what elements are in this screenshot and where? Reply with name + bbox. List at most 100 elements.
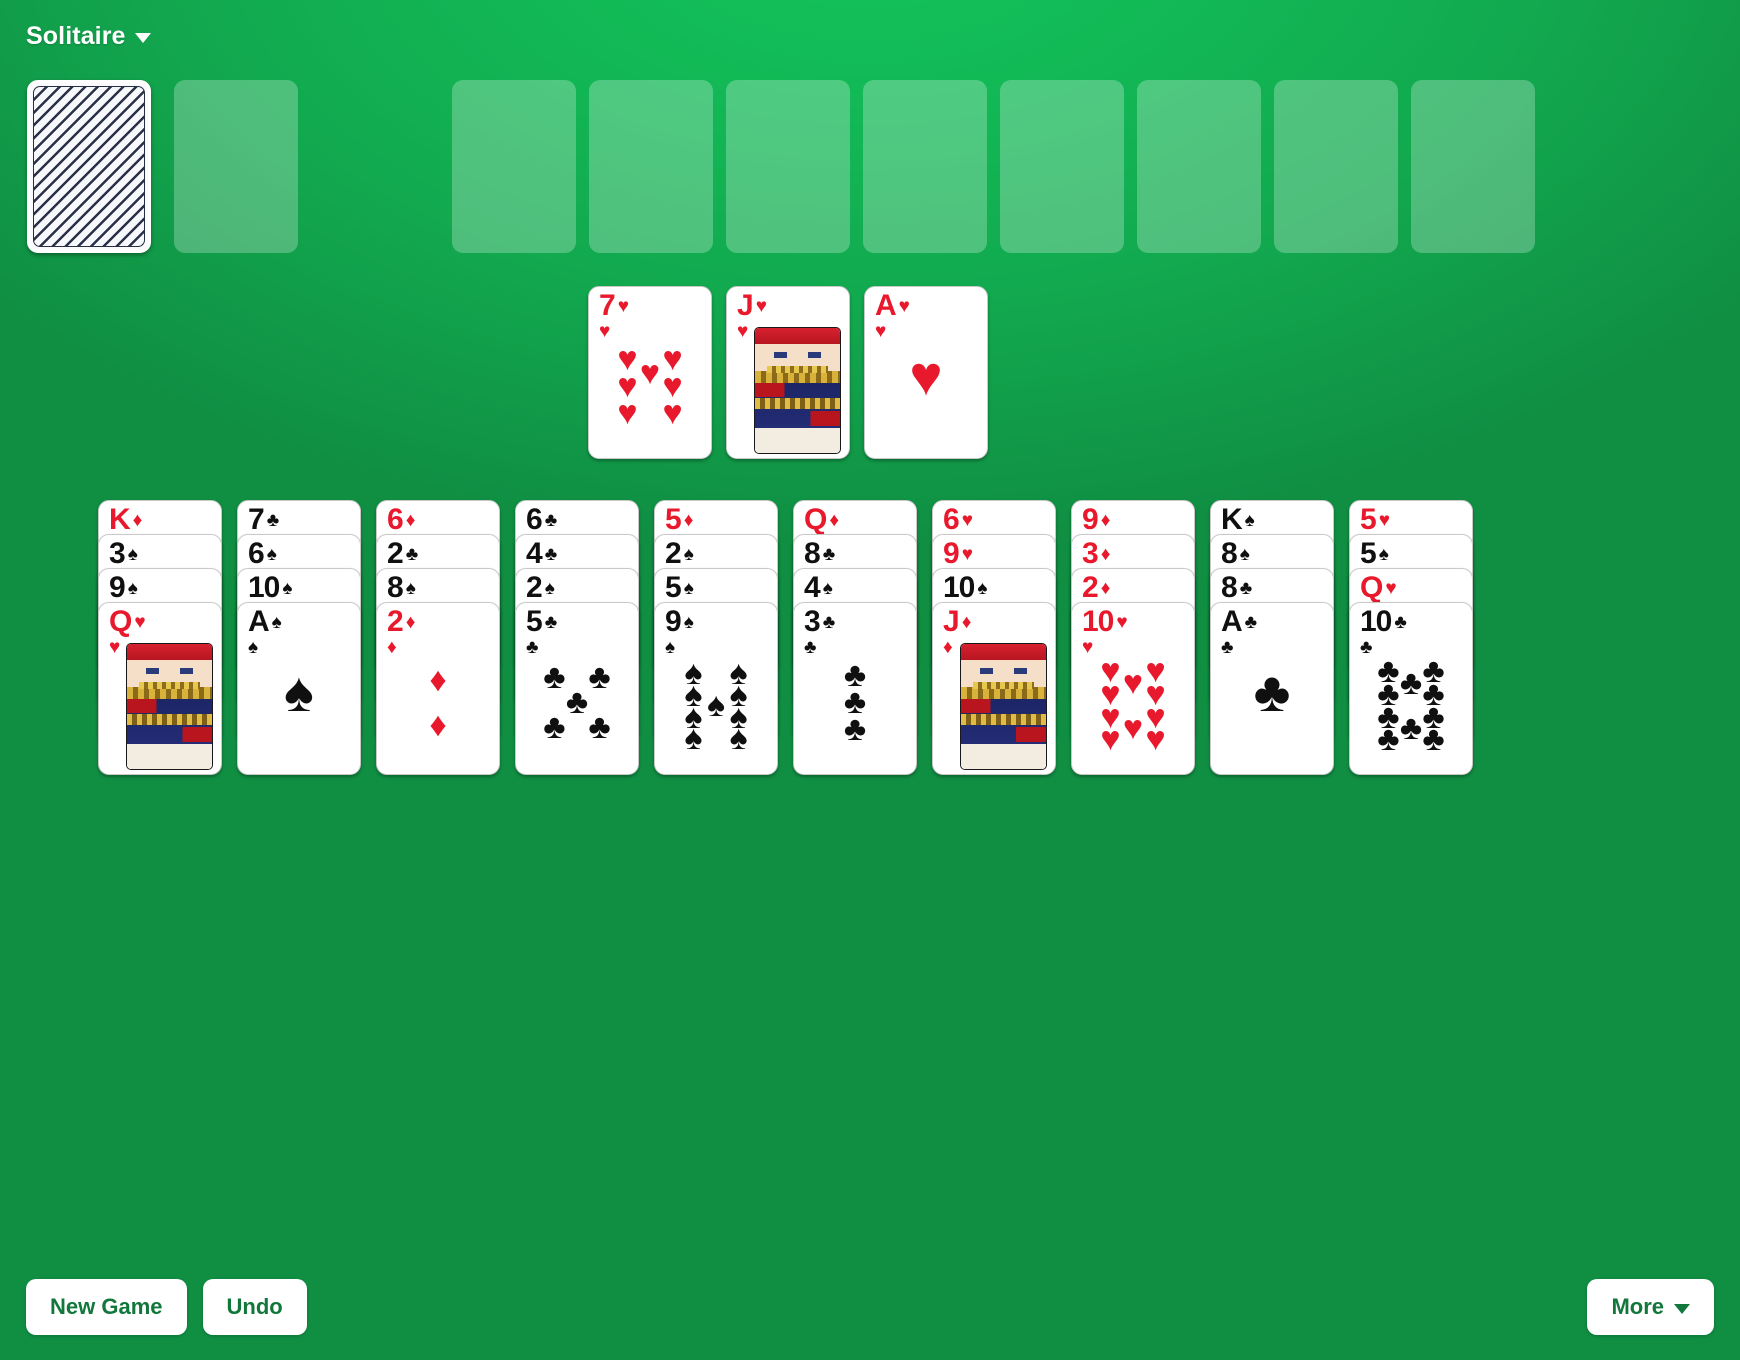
card-corner-index: 2♦ ♦	[387, 607, 416, 657]
hearts-icon: ♥	[961, 543, 973, 565]
spades-icon: ♠	[248, 636, 259, 658]
spades-icon: ♠	[127, 543, 138, 565]
spades-icon: ♠	[977, 577, 988, 599]
hearts-icon: ♥	[898, 295, 910, 317]
undo-button[interactable]: Undo	[202, 1279, 307, 1335]
card-rank: 8	[387, 571, 404, 604]
card-corner-index: 9♠ ♠	[665, 605, 694, 658]
diamonds-icon: ♦	[405, 611, 416, 633]
foundation-slot-4[interactable]	[863, 80, 987, 253]
card-rank: 5	[1360, 503, 1377, 536]
card-pip-field: ♣	[1225, 661, 1319, 764]
clubs-icon: ♣	[1244, 611, 1258, 633]
foundation-slot-3[interactable]	[726, 80, 850, 253]
hearts-icon: ♥	[1082, 636, 1094, 658]
game-board: 7♥♥♥♥♥♥♥♥♥J♥♥A♥♥♥K♦♦3♠♠9♠♠Q♥♥7♣♣6♠♠10♠♠A…	[0, 0, 1740, 1360]
new-game-button[interactable]: New Game	[26, 1279, 187, 1335]
spades-icon: ♠	[544, 577, 555, 599]
foundation-slot-2[interactable]	[589, 80, 713, 253]
diamonds-icon: ♦	[405, 509, 416, 531]
diamonds-icon: ♦	[943, 636, 953, 658]
tableau-card-c5-r4[interactable]: 9 ♠ ♠ ♠ ♠ ♠ ♠ ♠ ♠ ♠ ♠ ♠	[654, 602, 778, 775]
spades-icon: ♠	[266, 543, 277, 565]
tableau-card-c7-r4[interactable]: J ♦ ♦	[932, 602, 1056, 775]
clubs-icon: ♣	[544, 543, 558, 565]
card-pip-field: ♥ ♥ ♥ ♥ ♥ ♥ ♥ ♥ ♥ ♥	[1086, 654, 1180, 764]
card-rank: 7	[248, 503, 265, 536]
free-cell-card-1[interactable]: 7 ♥ ♥ ♥ ♥ ♥ ♥ ♥ ♥ ♥	[588, 286, 712, 459]
new-game-label: New Game	[50, 1294, 163, 1319]
foundation-slot-7[interactable]	[1274, 80, 1398, 253]
spades-icon: ♠	[282, 577, 293, 599]
foundation-slot-8[interactable]	[1411, 80, 1535, 253]
clubs-icon: ♣	[1239, 577, 1253, 599]
tableau-card-c10-r4[interactable]: 10 ♣ ♣ ♣ ♣ ♣ ♣ ♣ ♣ ♣ ♣ ♣ ♣	[1349, 602, 1473, 775]
card-rank: J	[943, 605, 960, 638]
hearts-icon: ♥	[875, 320, 887, 342]
foundation-slot-1[interactable]	[452, 80, 576, 253]
spades-icon: ♠	[405, 577, 416, 599]
foundation-slot-5[interactable]	[1000, 80, 1124, 253]
stock-pile[interactable]	[27, 80, 151, 253]
diamonds-icon: ♦	[132, 509, 143, 531]
tableau-card-c3-r4[interactable]: 2 ♦ ♦ ♦ ♦	[376, 602, 500, 775]
foundation-slot-6[interactable]	[1137, 80, 1261, 253]
spades-icon: ♠	[1378, 543, 1389, 565]
hearts-icon: ♥	[134, 611, 146, 633]
spades-icon: ♠	[1244, 509, 1255, 531]
tableau-card-c6-r4[interactable]: 3 ♣ ♣ ♣ ♣ ♣	[793, 602, 917, 775]
tableau-card-c9-r4[interactable]: A ♣ ♣ ♣	[1210, 602, 1334, 775]
card-corner-index: 10 ♣ ♣	[1360, 607, 1407, 658]
spades-pip-icon: ♠	[706, 686, 726, 725]
waste-pile-slot[interactable]	[174, 80, 298, 253]
card-rank: 9	[665, 605, 682, 638]
hearts-icon: ♥	[1378, 509, 1390, 531]
diamonds-pip-icon: ♦	[429, 705, 447, 744]
spades-pip-icon: ♠	[284, 659, 314, 723]
hearts-pip-icon: ♥	[909, 343, 943, 407]
card-pip-field: ♣ ♣ ♣	[808, 658, 902, 764]
clubs-pip-icon: ♣	[565, 683, 589, 722]
clubs-pip-icon: ♣	[588, 658, 611, 697]
spades-pip-icon: ♠	[729, 719, 748, 758]
free-cell-card-2[interactable]: J ♥ ♥	[726, 286, 850, 459]
tableau-card-c8-r4[interactable]: 10 ♥ ♥ ♥ ♥ ♥ ♥ ♥ ♥ ♥ ♥ ♥ ♥	[1071, 602, 1195, 775]
hearts-pip-icon: ♥	[1100, 720, 1121, 759]
spades-icon: ♠	[683, 611, 694, 633]
tableau-card-c4-r4[interactable]: 5 ♣ ♣ ♣ ♣ ♣ ♣ ♣	[515, 602, 639, 775]
clubs-pip-icon: ♣	[1253, 659, 1291, 723]
clubs-pip-icon: ♣	[543, 707, 566, 746]
card-rank: 3	[109, 537, 126, 570]
hearts-pip-icon: ♥	[1122, 663, 1144, 702]
clubs-icon: ♣	[822, 543, 836, 565]
card-rank: K	[109, 503, 131, 536]
spades-icon: ♠	[683, 543, 694, 565]
clubs-icon: ♣	[1360, 636, 1373, 658]
card-rank: 8	[1221, 571, 1238, 604]
court-card-illustration	[126, 643, 213, 770]
card-rank: Q	[804, 503, 827, 536]
card-rank: 5	[526, 605, 543, 638]
hearts-icon: ♥	[599, 320, 611, 342]
card-rank: 3	[804, 605, 821, 638]
card-rank: 5	[665, 503, 682, 536]
diamonds-icon: ♦	[1100, 543, 1111, 565]
spades-icon: ♠	[271, 611, 282, 633]
chevron-down-icon	[1674, 1303, 1690, 1314]
tableau-card-c1-r4[interactable]: Q ♥ ♥	[98, 602, 222, 775]
card-corner-index: 5 ♣ ♣	[526, 605, 557, 657]
hearts-icon: ♥	[755, 295, 767, 317]
tableau-card-c2-r4[interactable]: A ♠ ♠ ♠	[237, 602, 361, 775]
card-pip-field: ♦ ♦	[391, 661, 485, 764]
spades-icon: ♠	[665, 636, 676, 658]
free-cell-card-3[interactable]: A ♥ ♥ ♥	[864, 286, 988, 459]
clubs-icon: ♣	[405, 543, 419, 565]
card-pip-field: ♠	[252, 661, 346, 764]
toolbar-right: More	[1587, 1279, 1714, 1335]
card-rank: A	[248, 605, 270, 638]
card-rank: Q	[109, 605, 132, 638]
clubs-icon: ♣	[544, 509, 558, 531]
clubs-pip-icon: ♣	[843, 709, 867, 748]
more-button[interactable]: More	[1587, 1279, 1714, 1335]
card-rank: 4	[804, 571, 821, 604]
